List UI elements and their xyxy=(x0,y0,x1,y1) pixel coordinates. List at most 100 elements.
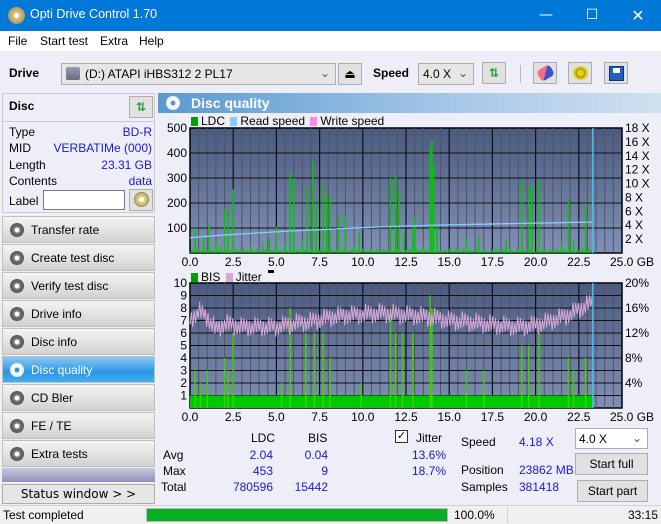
y-tick-label-right: 14 X xyxy=(625,149,650,163)
x-tick-label: 2.5 xyxy=(225,410,242,424)
nav-extra-tests[interactable]: Extra tests xyxy=(2,440,155,467)
speed-stat-label: Speed xyxy=(461,435,496,449)
samples-label: Samples xyxy=(461,480,508,494)
disc-info-panel: Disc ⇅ Type BD-R MID VERBATIMe (000) Lengt… xyxy=(2,93,155,213)
x-tick-label: 7.5 xyxy=(311,255,328,269)
app-disc-icon xyxy=(8,7,25,24)
y-tick-label-left: 200 xyxy=(167,196,187,210)
y-tick-label-right: 16 X xyxy=(625,135,650,149)
disc-title: Disc xyxy=(9,99,35,113)
y-tick-label-right: 2 X xyxy=(625,232,643,246)
x-tick-label: 20.0 xyxy=(524,410,548,424)
start-part-button[interactable]: Start part xyxy=(577,480,648,502)
extra-tests-icon xyxy=(10,447,24,461)
gears-icon xyxy=(573,66,588,80)
test-speed-value: 4.0 X xyxy=(579,432,608,446)
save-button[interactable] xyxy=(604,62,628,84)
speed-select[interactable]: 4.0 X ⌄ xyxy=(418,63,474,85)
position-label: Position xyxy=(461,463,504,477)
minimize-button[interactable]: — xyxy=(523,0,569,31)
nav-create-test-disc[interactable]: Create test disc xyxy=(2,244,155,271)
bis-baseline xyxy=(190,395,593,408)
fe-te-icon xyxy=(10,419,24,433)
speed-value: 4.0 X xyxy=(423,67,452,81)
nav-transfer-rate[interactable]: Transfer rate xyxy=(2,216,155,243)
title-bar: Opti Drive Control 1.70 — ☐ ✕ xyxy=(0,0,661,31)
stats-row-max: Max xyxy=(163,464,186,478)
speed-stat-value: 4.18 X xyxy=(519,435,554,449)
y-tick-label-left: 300 xyxy=(167,171,187,185)
y-tick-label-left: 400 xyxy=(167,146,187,160)
disc-refresh-button[interactable]: ⇅ xyxy=(129,96,153,118)
bis-total: 15442 xyxy=(294,480,328,494)
y-tick-label-right: 20% xyxy=(625,276,649,290)
progress-bar xyxy=(146,508,448,522)
maximize-button[interactable]: ☐ xyxy=(569,0,615,31)
x-tick-label: 2.5 xyxy=(225,255,242,269)
ldc-total: 780596 xyxy=(232,480,273,494)
nav-drive-info[interactable]: Drive info xyxy=(2,300,155,327)
drive-info-icon xyxy=(10,307,24,321)
test-speed-select[interactable]: 4.0 X ⌄ xyxy=(575,428,648,449)
close-button[interactable]: ✕ xyxy=(615,0,661,31)
sidebar: Disc ⇅ Type BD-R MID VERBATIMe (000) Lengt… xyxy=(0,93,157,505)
disc-quality-panel: Disc quality LDC Read speed Write speed … xyxy=(158,93,661,505)
status-bar: Test completed 100.0% 33:15 ⋰ xyxy=(0,505,661,524)
nav-fe-te[interactable]: FE / TE xyxy=(2,412,155,439)
speed-label: Speed xyxy=(373,66,410,80)
menu-help[interactable]: Help xyxy=(139,34,164,48)
settings-button[interactable] xyxy=(568,62,592,84)
label-key: Label xyxy=(9,194,39,208)
verify-disc-icon xyxy=(10,279,24,293)
nav-disc-quality[interactable]: Disc quality xyxy=(2,356,155,383)
y-tick-label-right: 8 X xyxy=(625,190,643,204)
start-full-button[interactable]: Start full xyxy=(575,453,648,475)
stats-row-total: Total xyxy=(161,480,187,494)
jitter-max: 18.7% xyxy=(412,464,447,478)
chevron-down-icon: ⌄ xyxy=(319,66,330,80)
menu-start-test[interactable]: Start test xyxy=(40,34,88,48)
erase-button[interactable] xyxy=(533,62,557,84)
nav-spacer xyxy=(2,468,155,482)
status-window-button[interactable]: Status window > > xyxy=(2,484,155,504)
jitter-checkbox[interactable]: ✓ xyxy=(395,430,408,443)
nav-verify-test-disc[interactable]: Verify test disc xyxy=(2,272,155,299)
eraser-icon xyxy=(536,64,555,82)
panel-header: Disc quality xyxy=(158,93,661,113)
progress-text: 100.0% xyxy=(454,508,495,522)
disc-quality-icon xyxy=(166,96,180,110)
y-tick-label-left: 100 xyxy=(167,221,187,235)
eject-button[interactable]: ⏏ xyxy=(338,63,362,85)
transfer-rate-icon xyxy=(10,223,24,237)
label-disc-button[interactable] xyxy=(129,189,153,211)
x-tick-label: 12.5 xyxy=(394,410,418,424)
chevron-down-icon: ⌄ xyxy=(631,431,642,445)
nav-cd-bler[interactable]: CD Bler xyxy=(2,384,155,411)
resize-grip-icon[interactable]: ⋰ xyxy=(648,512,656,521)
y-tick-label-right: 12% xyxy=(625,326,649,340)
refresh-arrows-icon: ⇅ xyxy=(488,66,500,80)
nav-disc-info[interactable]: Disc info xyxy=(2,328,155,355)
refresh-arrows-icon: ⇅ xyxy=(135,100,147,114)
disc-icon xyxy=(134,192,149,207)
ldc-max: 453 xyxy=(252,464,273,478)
position-value: 23862 MB xyxy=(519,463,574,477)
drive-value: (D:) ATAPI iHBS312 2 PL17 xyxy=(85,67,233,81)
x-tick-label: 0.0 xyxy=(182,255,199,269)
x-tick-label: 22.5 xyxy=(567,410,591,424)
label-input[interactable] xyxy=(43,190,125,210)
stats-col-ldc: LDC xyxy=(251,431,276,445)
x-tick-label: 7.5 xyxy=(311,410,328,424)
jitter-label: Jitter xyxy=(416,431,443,445)
y-tick-label-right: 10 X xyxy=(625,177,650,191)
menu-extra[interactable]: Extra xyxy=(100,34,128,48)
x-tick-label: 17.5 xyxy=(481,255,505,269)
bis-avg: 0.04 xyxy=(304,448,328,462)
x-tick-label: 22.5 xyxy=(567,255,591,269)
refresh-speed-button[interactable]: ⇅ xyxy=(482,62,506,84)
menu-file[interactable]: File xyxy=(8,34,27,48)
drive-select[interactable]: (D:) ATAPI iHBS312 2 PL17 ⌄ xyxy=(61,63,336,85)
x-tick-label: 20.0 xyxy=(524,255,548,269)
status-text: Test completed xyxy=(3,508,84,522)
stats-row-avg: Avg xyxy=(163,448,184,462)
